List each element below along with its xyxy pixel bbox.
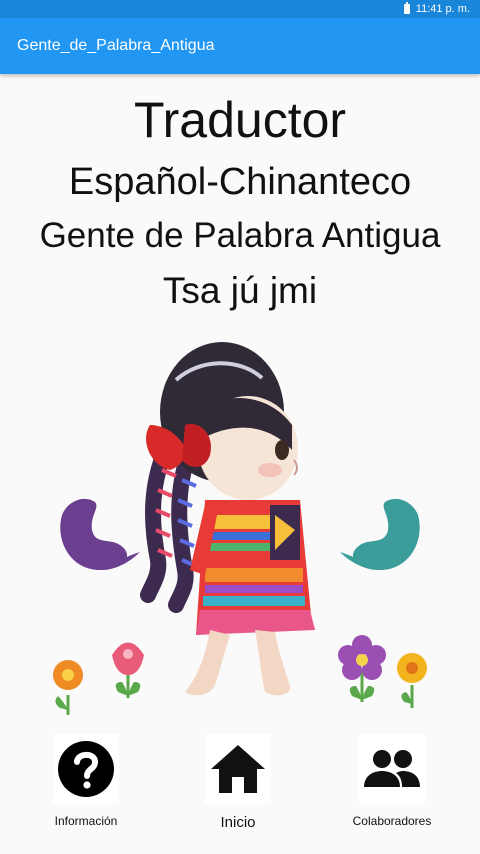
- flower-purple-right: [338, 635, 386, 702]
- title-people: Gente de Palabra Antigua: [39, 216, 441, 255]
- purple-swirl-icon: [60, 498, 140, 570]
- title-traductor: Traductor: [133, 92, 347, 148]
- title-native: Tsa jú jmi: [162, 270, 318, 311]
- question-icon[interactable]: [53, 734, 119, 804]
- title-language-pair: Español-Chinanteco: [68, 161, 412, 203]
- title-block: Traductor Español-Chinanteco Gente de Pa…: [0, 88, 480, 320]
- teal-swirl-icon: [340, 498, 420, 570]
- bottom-nav: Información Inicio Colaboradores: [0, 734, 480, 844]
- nav-colaboradores[interactable]: Colaboradores: [332, 734, 452, 828]
- app-title: Gente_de_Palabra_Antigua: [17, 37, 215, 54]
- nav-inicio[interactable]: Inicio: [178, 734, 298, 831]
- people-icon[interactable]: [359, 734, 425, 804]
- app-bar: Gente_de_Palabra_Antigua: [0, 18, 480, 74]
- home-icon[interactable]: [205, 734, 271, 804]
- huipil-dress: [190, 500, 315, 635]
- nav-label-colaboradores: Colaboradores: [352, 814, 432, 828]
- girl-illustration: [0, 330, 480, 720]
- flower-pink-left: [112, 642, 144, 698]
- flower-orange-left: [53, 660, 83, 715]
- nav-label-informacion: Información: [54, 814, 118, 828]
- flower-yellow-right: [397, 653, 427, 708]
- nav-informacion[interactable]: Información: [26, 734, 146, 828]
- eye: [275, 440, 289, 460]
- nav-label-inicio: Inicio: [220, 814, 256, 831]
- legs: [185, 630, 291, 696]
- battery-icon: [403, 2, 410, 14]
- status-time: 11:41 p. m.: [415, 3, 470, 15]
- status-bar: 11:41 p. m.: [0, 0, 480, 18]
